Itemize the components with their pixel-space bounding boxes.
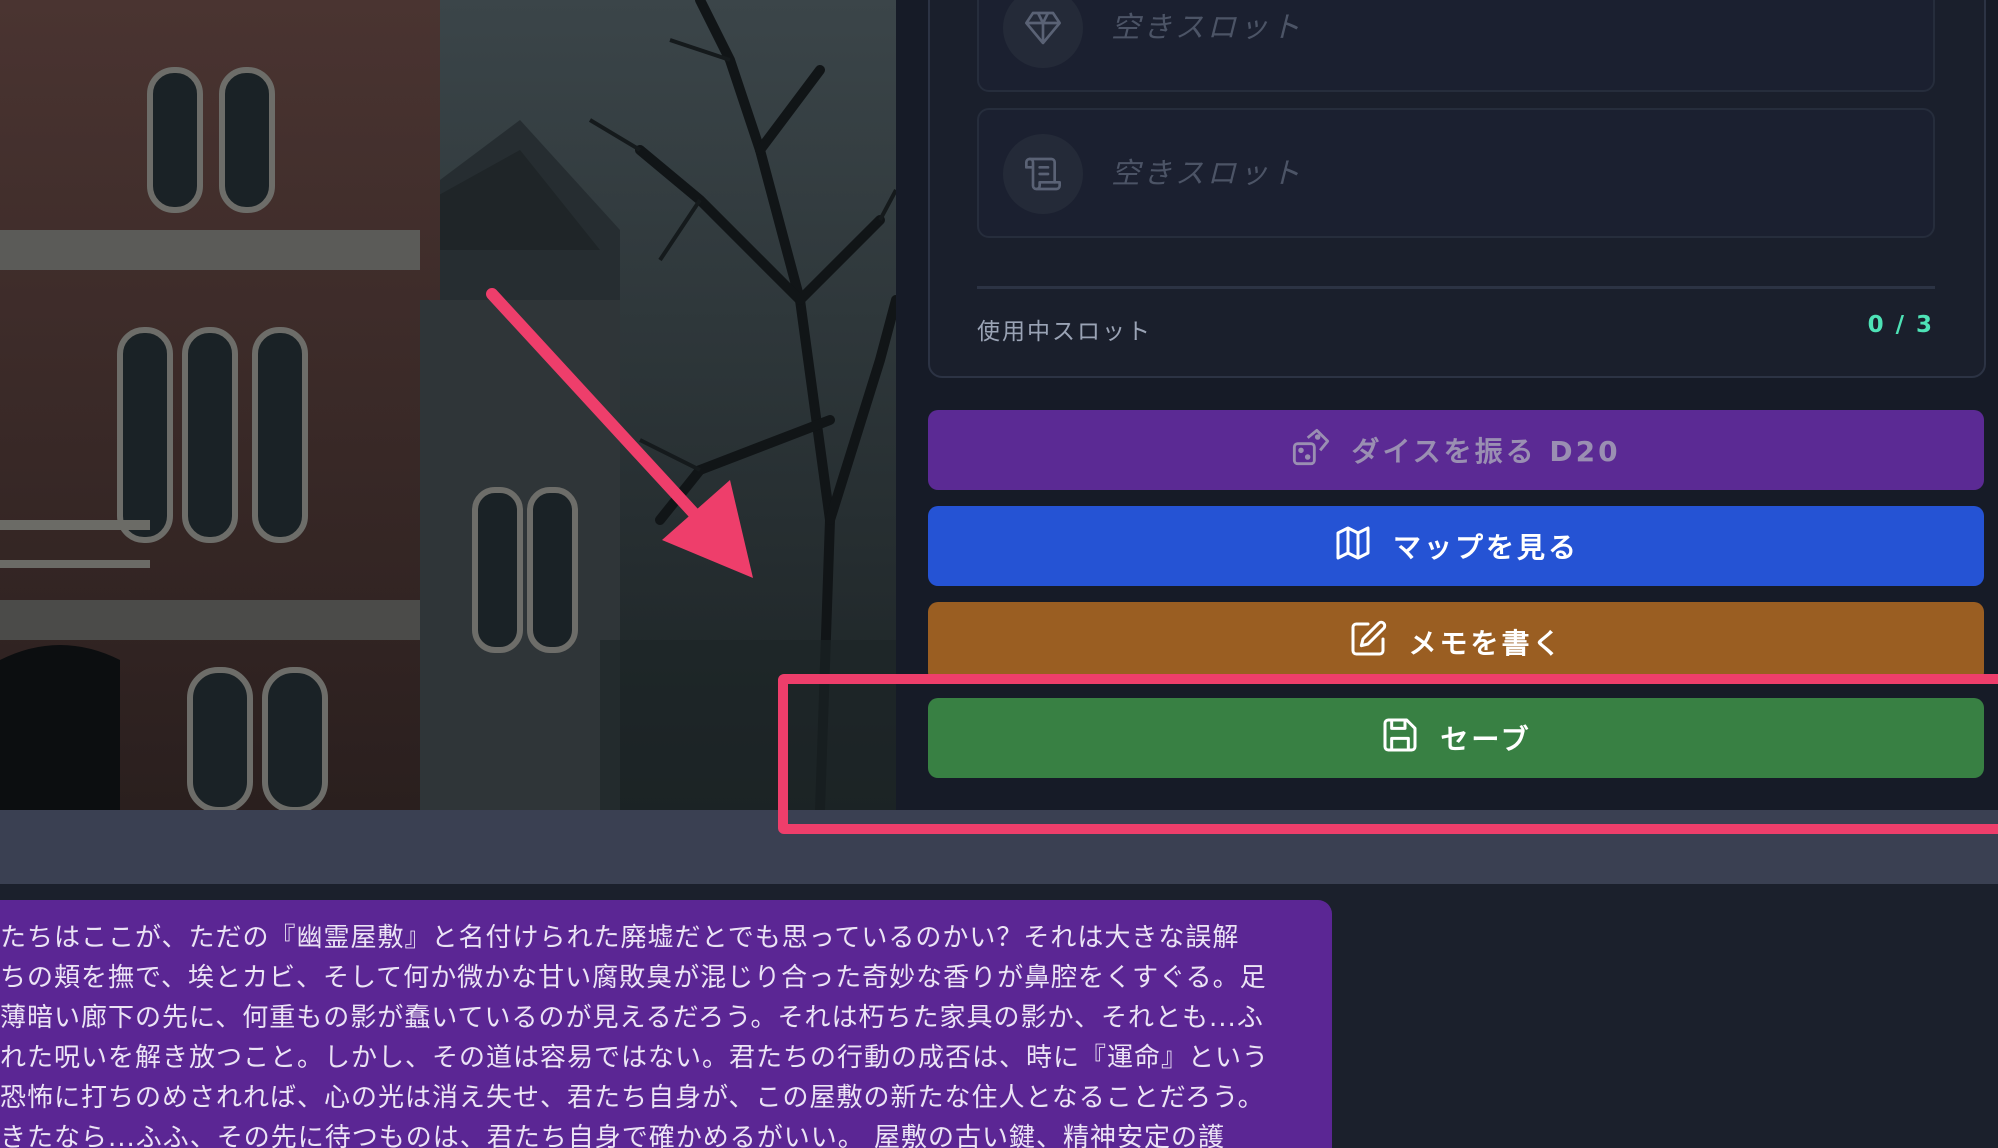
narration-line: 恐怖に打ちのめされれば、心の光は消え失せ、君たち自身が、この屋敷の新たな住人とな… bbox=[0, 1083, 1265, 1113]
roll-dice-button[interactable]: ダイスを振る D20 bbox=[928, 410, 1984, 490]
write-memo-label: メモを書く bbox=[1408, 627, 1564, 660]
save-button[interactable]: セーブ bbox=[928, 698, 1984, 778]
save-label: セーブ bbox=[1440, 723, 1532, 756]
narration-line: 薄暗い廊下の先に、何重もの影が蠢いているのが見えるだろう。それは朽ちた家具の影か… bbox=[0, 1003, 1264, 1033]
slot-placeholder: 空きスロット bbox=[1111, 156, 1304, 190]
edit-icon bbox=[1348, 619, 1388, 666]
scroll-icon bbox=[1003, 134, 1083, 214]
haunted-mansion-scene-image bbox=[0, 0, 896, 810]
map-icon bbox=[1333, 523, 1373, 570]
inventory-slot-scroll[interactable]: 空きスロット bbox=[977, 108, 1935, 238]
dice-icon bbox=[1291, 427, 1331, 474]
slot-usage-label: 使用中スロット bbox=[977, 319, 1152, 345]
inventory-card: 空きスロット 空きスロット 使用中スロット 0 / 3 bbox=[928, 0, 1986, 378]
roll-dice-label: ダイスを振る D20 bbox=[1351, 435, 1621, 468]
narration-line: きたなら...ふふ、その先に待つものは、君たち自身で確かめるがいい。 屋敷の古い… bbox=[0, 1123, 1226, 1148]
narration-line: ちの頬を撫で、埃とカビ、そして何か微かな甘い腐敗臭が混じり合った奇妙な香りが鼻腔… bbox=[0, 963, 1267, 993]
narration-line: れた呪いを解き放つこと。しかし、その道は容易ではない。君たちの行動の成否は、時に… bbox=[0, 1043, 1270, 1073]
divider-strip bbox=[0, 810, 1998, 884]
gem-icon bbox=[1003, 0, 1083, 68]
view-map-label: マップを見る bbox=[1392, 531, 1579, 564]
divider bbox=[977, 286, 1935, 289]
side-panel: 空きスロット 空きスロット 使用中スロット 0 / 3 ダイスを振る D20 マ… bbox=[896, 0, 1998, 810]
write-memo-button[interactable]: メモを書く bbox=[928, 602, 1984, 682]
slot-placeholder: 空きスロット bbox=[1111, 10, 1304, 44]
narration-bubble: たちはここが、ただの『幽霊屋敷』と名付けられた廃墟だとでも思っているのかい？それ… bbox=[0, 900, 1332, 1148]
view-map-button[interactable]: マップを見る bbox=[928, 506, 1984, 586]
inventory-slot-gem[interactable]: 空きスロット bbox=[977, 0, 1935, 92]
narration-line: たちはここが、ただの『幽霊屋敷』と名付けられた廃墟だとでも思っているのかい？それ… bbox=[0, 923, 1240, 953]
slot-usage-count: 0 / 3 bbox=[1867, 312, 1934, 338]
save-icon bbox=[1380, 715, 1420, 762]
